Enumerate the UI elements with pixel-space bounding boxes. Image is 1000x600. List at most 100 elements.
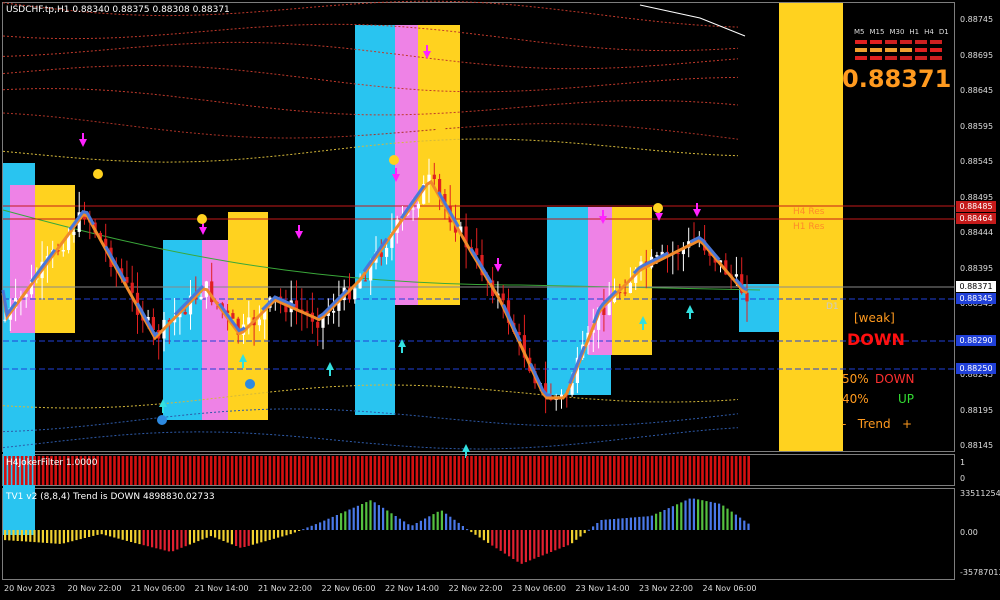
tv1-bar [41,530,44,543]
filter-bar [432,456,435,485]
candle-body [432,174,436,179]
tv1-bar [730,511,733,530]
filter-bar [583,456,587,485]
filter-bar [508,456,511,485]
tv1-bar [550,530,553,552]
filter-bar [558,456,561,485]
tv1-bar [629,517,632,530]
tv1-bar [701,500,704,530]
filter-bar [403,456,406,485]
weak-label: [weak] [854,311,895,325]
filter-bar [163,456,167,485]
tv1-bar [58,530,61,544]
zone-box [35,185,75,333]
tv1-bar [264,530,267,542]
tv1-bar [125,530,128,541]
timeframe-label: D1 [938,28,949,36]
filter-bar [495,456,498,485]
tv1-bar [104,530,107,536]
filter-bar [121,456,125,485]
tv1-bar [688,498,691,530]
time-tick: 22 Nov 06:00 [321,584,376,593]
zone-box [395,25,420,305]
filter-bar [688,456,692,485]
tv1-bar [20,530,23,542]
tv1-bar [167,530,170,552]
tv1-bar [705,501,708,530]
filter-bar [184,456,188,485]
time-tick: 20 Nov 22:00 [67,584,122,593]
tv1-bar [251,530,254,545]
tv1-bar [571,530,574,544]
filter-bar [524,456,528,485]
tv1-bar [146,530,149,547]
filter-bar [424,456,427,485]
filter-bar [529,456,532,485]
tv1-bar [277,530,280,538]
time-tick: 24 Nov 06:00 [702,584,757,593]
tv1-bar [449,516,452,530]
filter-bar [398,456,402,485]
timeframe-strength-bar [885,48,897,52]
filter-bar [335,456,339,485]
timeframe-strength-bar [855,48,867,52]
timeframe-strength-bar [900,48,912,52]
tv1-bar [310,525,313,530]
filter-bar [188,456,192,485]
filter-bar [739,456,742,485]
tv1-bar [218,530,221,540]
price-tick: 0.88145 [960,441,994,450]
tv1-bar [726,508,729,530]
tv1-bar [466,529,469,531]
tv1-axis-zero: 0.00 [960,528,978,537]
tv1-bar [407,524,410,530]
filter-bar [142,456,146,485]
filter-bar [293,456,297,485]
filter-bar [146,456,150,485]
price-tick: 0.88695 [960,50,994,60]
filter-bar [457,456,461,485]
tv1-bar [369,500,372,530]
tv1-bar [117,530,120,539]
filter-bar [697,456,700,485]
timeframe-label: H1 [909,28,920,36]
filter-bar [726,456,729,485]
filter-bar [659,456,662,485]
timeframe-strength-bar [855,40,867,44]
tv1-bar [71,530,74,542]
big-price: 0.88371 [842,65,952,93]
tv1-bar [100,530,103,535]
tv1-bar [625,518,628,530]
tv1-bar [739,517,742,530]
tv1-bar [642,516,645,530]
filter-bar [747,456,750,485]
filter-bar [676,456,679,485]
tv1-bar [600,520,603,530]
candle-body [199,296,203,300]
filter-bar [600,456,603,485]
candle-body [385,247,389,257]
tv1-bar [667,508,670,530]
h1-res-label: H1 Res [793,222,825,232]
tv1-bar [130,530,133,542]
tv1-bar [529,530,532,561]
tv1-bar [558,530,561,549]
timeframe-strength-bar [930,48,942,52]
filter-bar [134,456,137,485]
level-tag-1: 0.88345 [956,293,996,304]
tv1-bar [579,530,582,537]
tv1-bar [592,526,595,530]
tv1-bar [79,530,82,540]
tv1-bar [293,530,296,533]
tv1-bar [289,530,292,535]
tv1-bar [499,530,502,551]
tv1-bar [373,502,376,530]
tv1-bar [566,530,569,546]
filter-bar [449,456,452,485]
filter-bar [445,456,448,485]
tv1-bar [512,530,515,559]
tv1-bar [533,530,536,559]
tv1-bar [524,530,527,563]
tv1-bar [487,530,490,543]
tv1-bar [314,524,317,530]
